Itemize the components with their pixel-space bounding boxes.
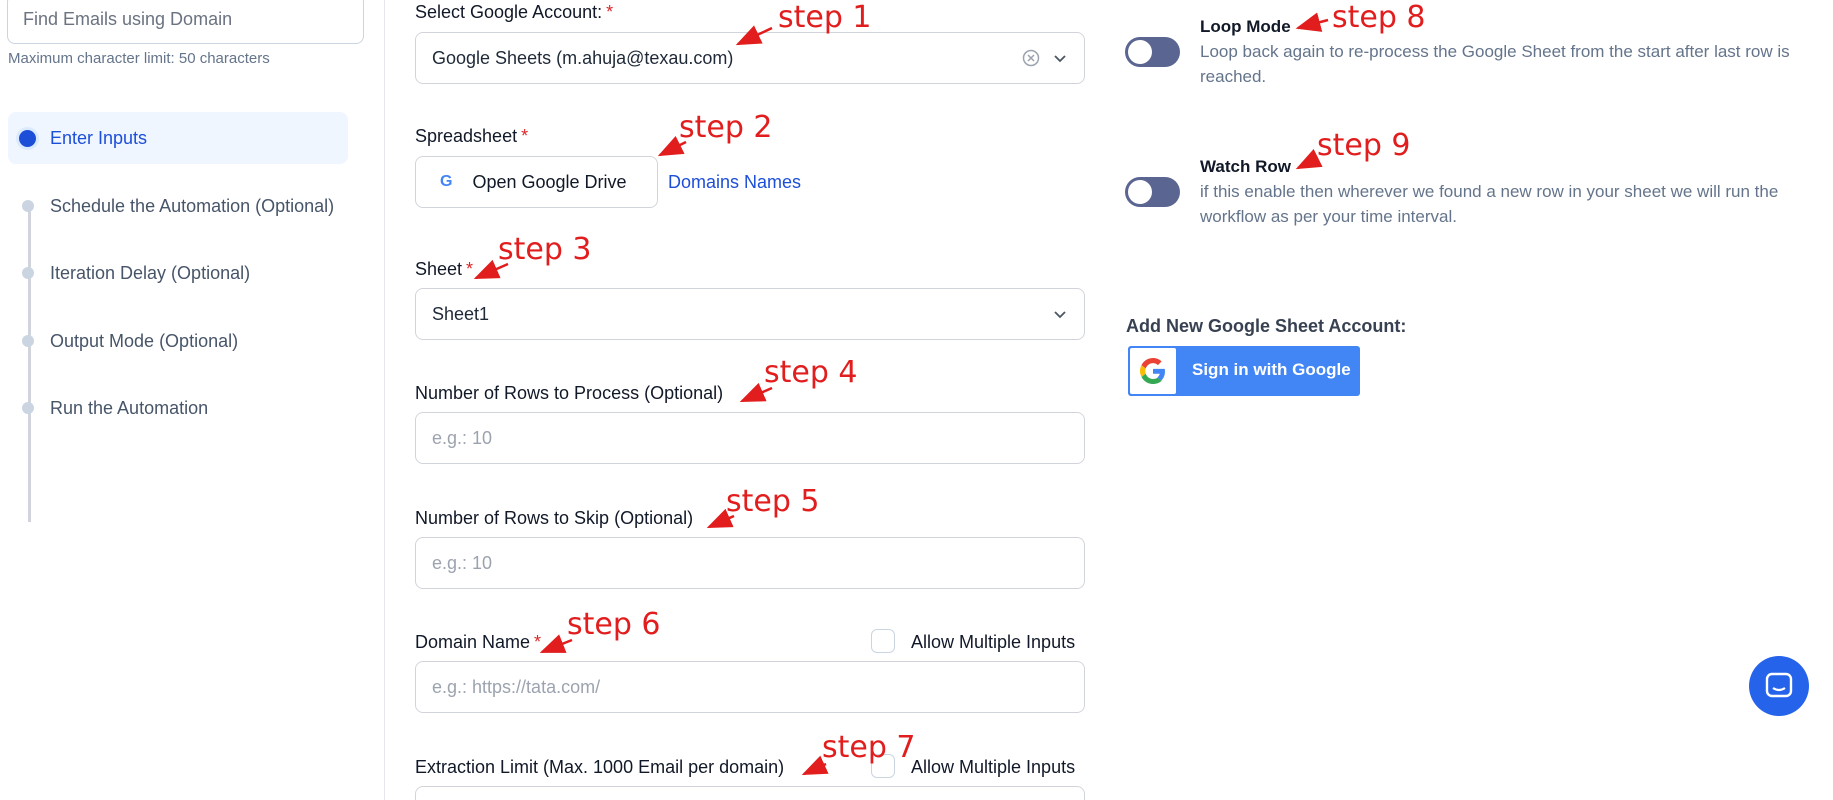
step-run[interactable]: Run the Automation	[8, 382, 348, 434]
allow-multiple-label-2: Allow Multiple Inputs	[911, 757, 1076, 777]
google-logo-icon	[1130, 348, 1176, 394]
watch-row-toggle[interactable]	[1125, 177, 1180, 207]
annotation-step-9: step 9	[1317, 128, 1411, 163]
step-iteration-delay[interactable]: Iteration Delay (Optional)	[8, 247, 348, 299]
sheet-value: Sheet1	[432, 303, 490, 324]
step-dot	[22, 402, 34, 414]
sidebar: Find Emails using Domain Maximum charact…	[0, 0, 385, 800]
annotation-step-4: step 4	[764, 355, 858, 390]
spreadsheet-label: Spreadsheet *	[415, 126, 529, 146]
toggle-knob	[1128, 180, 1152, 204]
rows-skip-label: Number of Rows to Skip (Optional)	[415, 508, 694, 528]
step-enter-inputs[interactable]: Enter Inputs	[8, 112, 348, 164]
account-value: Google Sheets (m.ahuja@texau.com)	[432, 47, 734, 68]
loop-mode-description: Loop back again to re-process the Google…	[1200, 42, 1790, 86]
selected-spreadsheet-link[interactable]: Domains Names	[668, 172, 801, 193]
step-label: Schedule the Automation (Optional)	[50, 195, 335, 216]
chevron-down-icon[interactable]	[1052, 307, 1068, 323]
allow-multiple-checkbox[interactable]	[871, 629, 895, 653]
account-select[interactable]: Google Sheets (m.ahuja@texau.com)	[415, 32, 1085, 84]
watch-row-description: if this enable then wherever we found a …	[1200, 182, 1779, 226]
annotation-step-6: step 6	[567, 607, 661, 642]
clear-icon[interactable]	[1022, 49, 1040, 67]
google-icon: G	[440, 173, 453, 190]
rows-skip-placeholder: e.g.: 10	[432, 552, 493, 573]
annotation-step-8: step 8	[1332, 0, 1426, 35]
annotation-step-3: step 3	[498, 232, 592, 267]
step-label: Run the Automation	[50, 397, 209, 418]
automation-name-input[interactable]: Find Emails using Domain	[7, 0, 364, 44]
step-dot	[22, 267, 34, 279]
watch-row-title: Watch Row	[1200, 157, 1291, 176]
chat-support-button[interactable]	[1749, 656, 1809, 716]
account-label: Select Google Account: *	[415, 2, 614, 22]
extraction-limit-input[interactable]	[415, 786, 1085, 800]
chevron-down-icon[interactable]	[1052, 51, 1068, 67]
rows-process-input[interactable]: e.g.: 10	[415, 412, 1085, 464]
step-schedule[interactable]: Schedule the Automation (Optional)	[8, 180, 348, 232]
domain-label: Domain Name *	[415, 632, 542, 652]
annotation-step-2: step 2	[679, 110, 773, 145]
loop-mode-toggle[interactable]	[1125, 37, 1180, 67]
extraction-limit-label: Extraction Limit (Max. 1000 Email per do…	[415, 757, 785, 777]
annotation-step-7: step 7	[822, 730, 916, 765]
chat-icon	[1765, 672, 1793, 698]
domain-input[interactable]: e.g.: https://tata.com/	[415, 661, 1085, 713]
sign-in-google-label: Sign in with Google	[1192, 360, 1351, 379]
step-label: Output Mode (Optional)	[50, 330, 239, 351]
loop-mode-title: Loop Mode	[1200, 17, 1291, 36]
open-google-drive-button[interactable]: G Open Google Drive	[415, 156, 658, 208]
annotation-step-1: step 1	[778, 0, 872, 35]
annotation-step-5: step 5	[726, 484, 820, 519]
step-dot-active	[19, 129, 36, 147]
allow-multiple-label: Allow Multiple Inputs	[911, 632, 1076, 652]
domain-placeholder: e.g.: https://tata.com/	[432, 676, 601, 697]
step-label: Enter Inputs	[50, 127, 148, 148]
sheet-select[interactable]: Sheet1	[415, 288, 1085, 340]
rows-process-placeholder: e.g.: 10	[432, 427, 493, 448]
rows-process-label: Number of Rows to Process (Optional)	[415, 383, 724, 403]
add-account-label: Add New Google Sheet Account:	[1126, 316, 1407, 336]
char-limit-hint: Maximum character limit: 50 characters	[8, 50, 270, 67]
toggle-knob	[1128, 40, 1152, 64]
step-dot	[22, 335, 34, 347]
sign-in-google-button[interactable]: Sign in with Google	[1128, 346, 1360, 396]
step-dot	[22, 200, 34, 212]
step-output-mode[interactable]: Output Mode (Optional)	[8, 315, 348, 367]
open-google-drive-label: Open Google Drive	[472, 171, 627, 192]
rows-skip-input[interactable]: e.g.: 10	[415, 537, 1085, 589]
step-label: Iteration Delay (Optional)	[50, 262, 251, 283]
sheet-label: Sheet *	[415, 259, 474, 279]
